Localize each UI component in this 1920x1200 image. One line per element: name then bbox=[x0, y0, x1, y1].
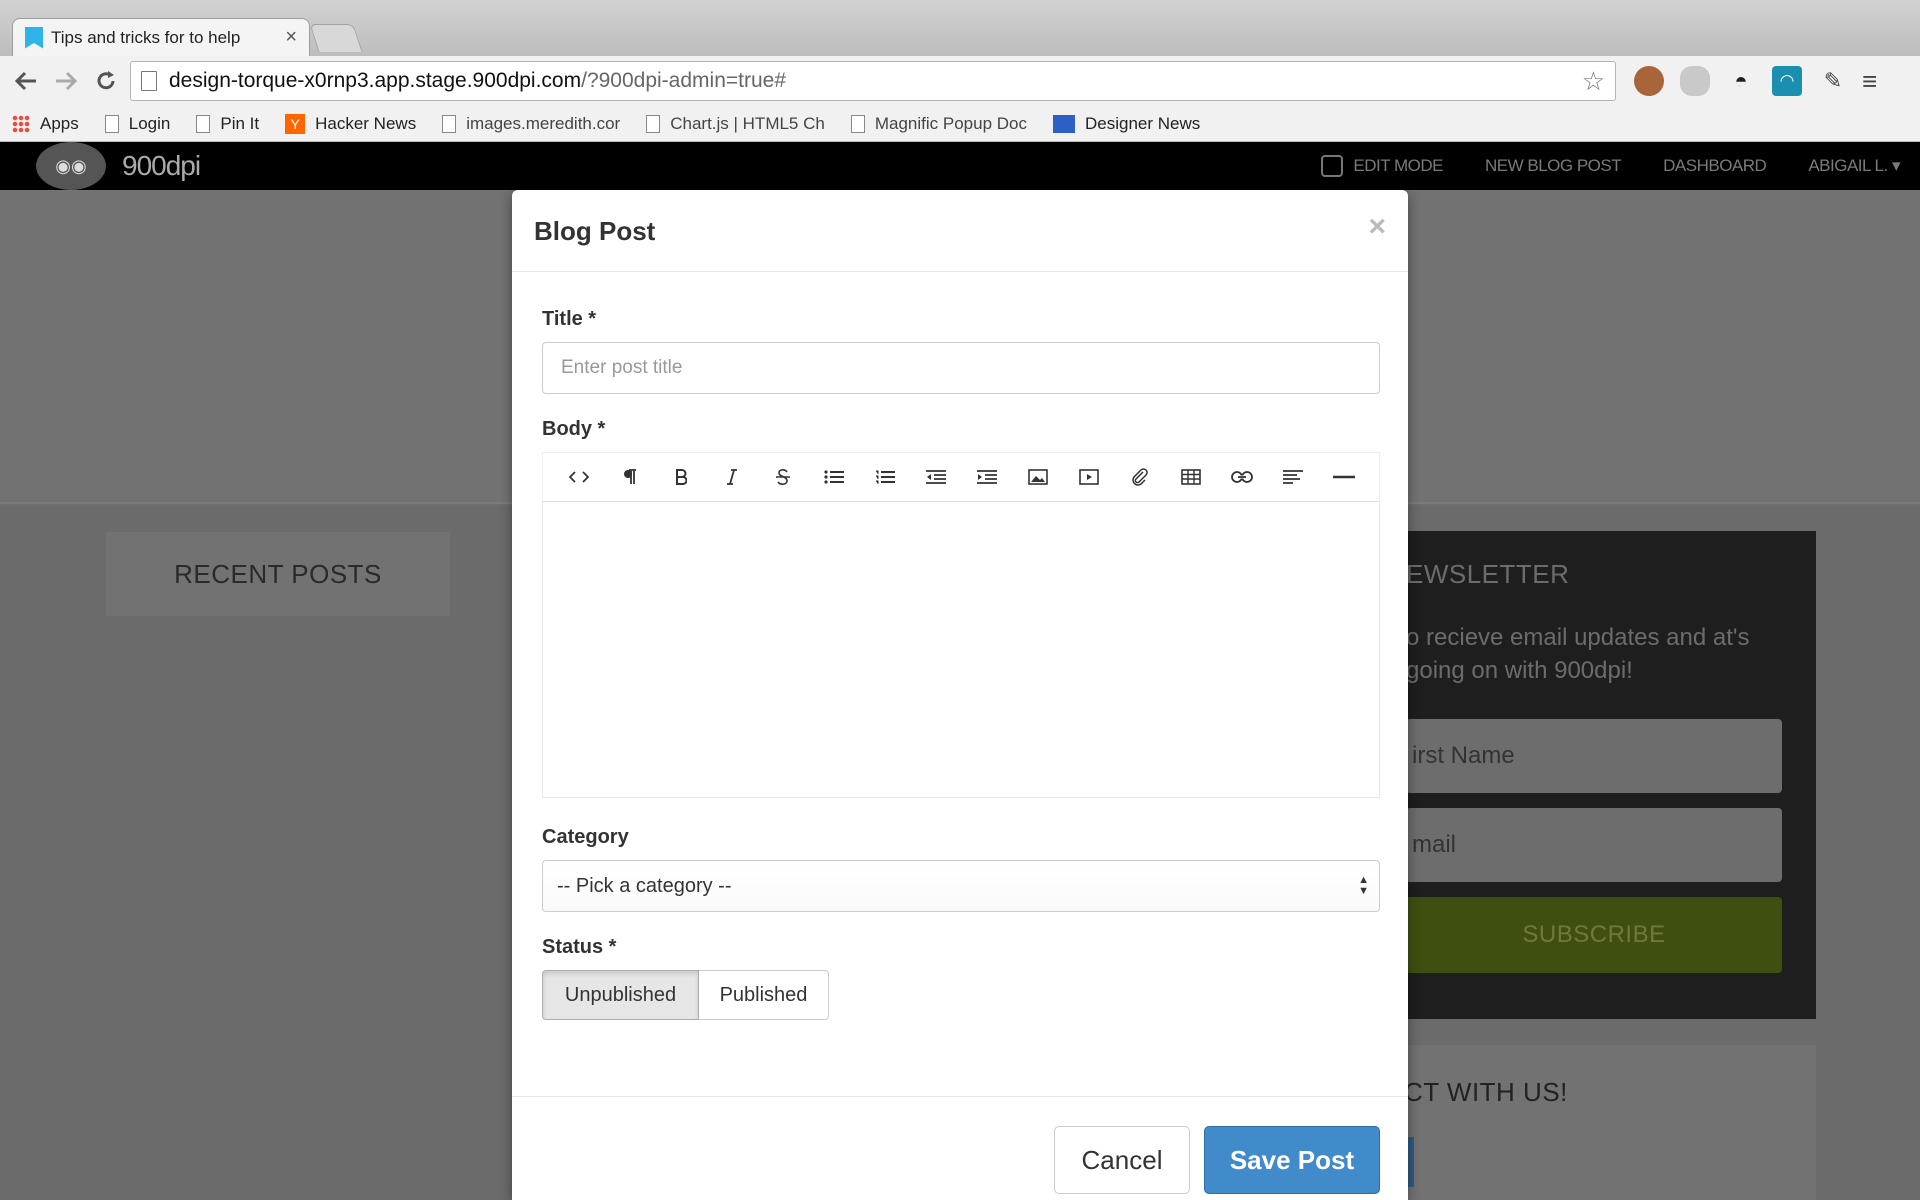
recent-posts-heading: RECENT POSTS bbox=[174, 558, 382, 589]
bookmark-pin-it[interactable]: Pin It bbox=[196, 114, 259, 134]
bookmark-favicon-icon bbox=[25, 26, 43, 49]
paragraph-icon[interactable] bbox=[604, 452, 655, 502]
page-icon bbox=[141, 71, 157, 91]
category-select[interactable]: -- Pick a category -- ▲ ▼ bbox=[542, 860, 1380, 912]
menu-icon[interactable]: ≡ bbox=[1862, 66, 1877, 97]
back-arrow-icon[interactable] bbox=[6, 61, 46, 101]
status-unpublished-button[interactable]: Unpublished bbox=[542, 970, 699, 1020]
extension-wave-icon[interactable]: ◠ bbox=[1772, 66, 1802, 96]
browser-tab[interactable]: Tips and tricks for to help × bbox=[12, 18, 310, 56]
outdent-icon[interactable] bbox=[910, 452, 961, 502]
bookmark-images-meredith[interactable]: images.meredith.cor bbox=[442, 114, 620, 134]
page-icon bbox=[196, 114, 211, 133]
bookmark-login[interactable]: Login bbox=[104, 114, 170, 134]
select-arrows-icon: ▲ ▼ bbox=[1358, 874, 1369, 897]
bookmark-star-icon[interactable]: ☆ bbox=[1582, 66, 1605, 97]
hacker-news-icon: Y bbox=[285, 113, 306, 134]
html-icon[interactable] bbox=[553, 452, 604, 502]
bookmark-hacker-news[interactable]: Y Hacker News bbox=[285, 113, 416, 134]
category-selected-value: -- Pick a category -- bbox=[557, 874, 732, 897]
edit-mode-toggle[interactable]: EDIT MODE bbox=[1321, 155, 1443, 177]
bold-icon[interactable] bbox=[655, 452, 706, 502]
video-icon[interactable] bbox=[1063, 452, 1114, 502]
reload-icon[interactable] bbox=[86, 61, 126, 101]
status-label: Status * bbox=[542, 936, 617, 958]
tab-title: Tips and tricks for to help bbox=[51, 27, 241, 47]
browser-tab-strip: Tips and tricks for to help × bbox=[0, 0, 1920, 56]
save-post-button[interactable]: Save Post bbox=[1204, 1126, 1380, 1194]
extension-mask-icon[interactable]: ◓ bbox=[1726, 66, 1756, 96]
italic-icon[interactable] bbox=[706, 452, 757, 502]
newsletter-description: o recieve email updates and at's going o… bbox=[1406, 624, 1750, 684]
close-icon[interactable]: × bbox=[1368, 210, 1386, 244]
nav-user-menu[interactable]: ABIGAIL L. ▾ bbox=[1808, 156, 1900, 176]
modal-footer-divider bbox=[512, 1096, 1408, 1097]
address-bar[interactable]: design-torque-x0rnp3.app.stage.900dpi.co… bbox=[130, 61, 1616, 101]
extension-basketball-icon[interactable] bbox=[1634, 66, 1664, 96]
cancel-button[interactable]: Cancel bbox=[1054, 1126, 1190, 1194]
forward-arrow-icon[interactable] bbox=[46, 61, 86, 101]
category-label: Category bbox=[542, 826, 629, 848]
page-icon bbox=[104, 114, 119, 133]
email-field[interactable]: mail bbox=[1406, 808, 1782, 882]
bookmark-magnific-popup[interactable]: Magnific Popup Doc bbox=[850, 114, 1027, 134]
designer-news-icon bbox=[1052, 114, 1075, 133]
page-icon bbox=[850, 114, 865, 133]
wrench-icon[interactable]: ✎ bbox=[1818, 66, 1848, 96]
url-host: design-torque-x0rnp3.app.stage.900dpi.co… bbox=[169, 69, 582, 92]
image-icon[interactable] bbox=[1012, 452, 1063, 502]
site-nav-links: EDIT MODE NEW BLOG POST DASHBOARD ABIGAI… bbox=[1279, 155, 1900, 177]
site-logo-text[interactable]: 900dpi bbox=[122, 150, 201, 182]
post-title-input[interactable] bbox=[542, 342, 1380, 394]
align-icon[interactable] bbox=[1267, 452, 1318, 502]
robot-logo-icon[interactable]: ◉◉ bbox=[36, 142, 106, 190]
bookmark-chartjs[interactable]: Chart.js | HTML5 Ch bbox=[646, 114, 825, 134]
modal-title: Blog Post bbox=[534, 216, 656, 246]
indent-icon[interactable] bbox=[961, 452, 1012, 502]
page-icon bbox=[442, 114, 457, 133]
unordered-list-icon[interactable] bbox=[808, 452, 859, 502]
blog-post-modal: Blog Post × Title * Body * bbox=[512, 190, 1408, 1200]
page-icon bbox=[646, 114, 661, 133]
nav-new-blog-post[interactable]: NEW BLOG POST bbox=[1485, 156, 1622, 176]
nav-dashboard[interactable]: DASHBOARD bbox=[1663, 156, 1767, 176]
file-link-icon[interactable] bbox=[1114, 452, 1165, 502]
status-toggle-group: Unpublished Published bbox=[542, 970, 829, 1020]
bookmarks-bar: Apps Login Pin It Y Hacker News images.m… bbox=[0, 106, 1920, 142]
horizontal-rule-icon[interactable] bbox=[1318, 452, 1369, 502]
subscribe-button[interactable]: SUBSCRIBE bbox=[1406, 897, 1782, 973]
table-icon[interactable] bbox=[1165, 452, 1216, 502]
site-navbar: ◉◉ 900dpi EDIT MODE NEW BLOG POST DASHBO… bbox=[0, 142, 1920, 190]
new-tab-button[interactable] bbox=[309, 24, 363, 52]
body-label: Body * bbox=[542, 418, 606, 440]
apps-icon bbox=[12, 114, 30, 133]
browser-toolbar: design-torque-x0rnp3.app.stage.900dpi.co… bbox=[0, 56, 1920, 106]
extension-ghost-icon[interactable] bbox=[1680, 66, 1710, 96]
first-name-field[interactable]: irst Name bbox=[1406, 719, 1782, 793]
newsletter-heading: EWSLETTER bbox=[1406, 559, 1570, 589]
strikethrough-icon[interactable] bbox=[757, 452, 808, 502]
bookmark-designer-news[interactable]: Designer News bbox=[1052, 114, 1200, 134]
modal-header: Blog Post × bbox=[512, 190, 1408, 272]
ordered-list-icon[interactable] bbox=[859, 452, 910, 502]
tab-close-icon[interactable]: × bbox=[285, 26, 297, 49]
link-icon[interactable] bbox=[1216, 452, 1267, 502]
bookmark-apps[interactable]: Apps bbox=[12, 114, 79, 134]
status-published-button[interactable]: Published bbox=[699, 970, 829, 1020]
editor-toolbar bbox=[542, 452, 1380, 502]
title-label: Title * bbox=[542, 308, 597, 330]
connect-heading: CT WITH US! bbox=[1404, 1077, 1568, 1107]
url-path: /?900dpi-admin=true# bbox=[581, 69, 787, 92]
checkbox-icon[interactable] bbox=[1321, 155, 1344, 177]
recent-posts-panel: RECENT POSTS bbox=[106, 532, 450, 616]
body-editor[interactable] bbox=[542, 502, 1380, 798]
